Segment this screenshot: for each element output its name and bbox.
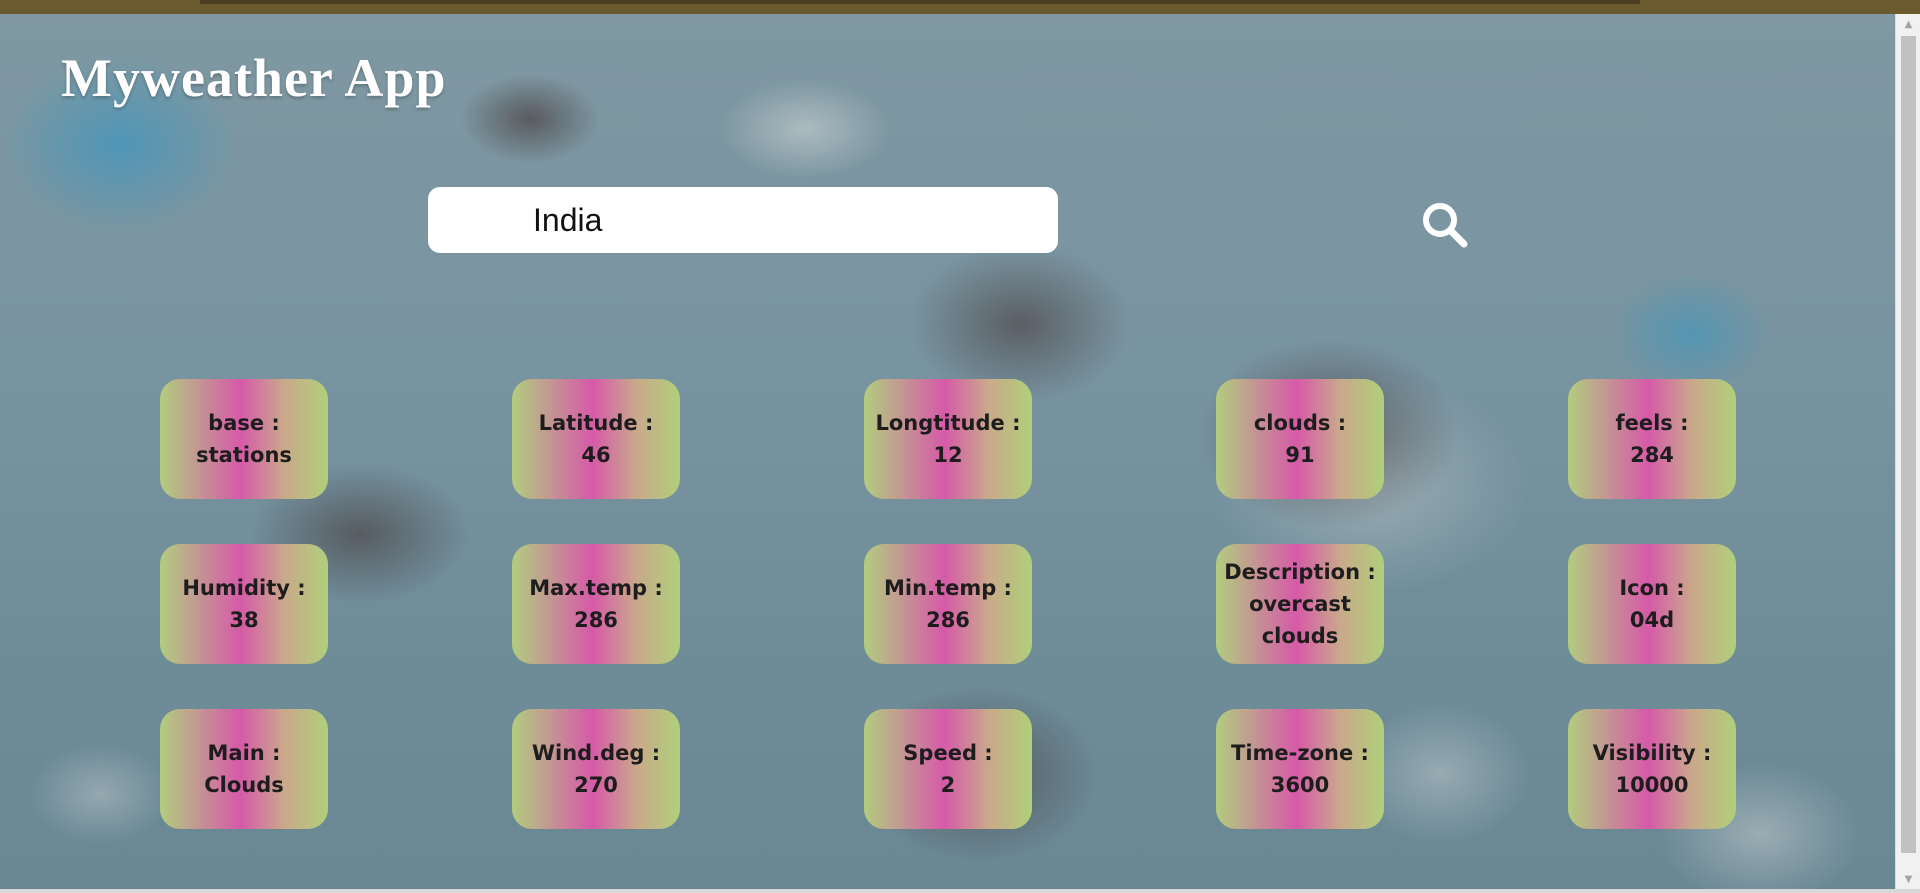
vertical-scrollbar[interactable]: ▲ ▼	[1895, 14, 1920, 889]
weather-page: Myweather App base : stations Latitude :…	[0, 14, 1895, 889]
card-text: Humidity : 38	[182, 572, 305, 636]
weather-card-description: Description : overcast clouds	[1216, 544, 1384, 664]
card-value: 91	[1285, 443, 1315, 467]
card-text: feels : 284	[1615, 407, 1688, 471]
scrollbar-thumb[interactable]	[1901, 36, 1916, 853]
card-label: Longtitude :	[875, 411, 1021, 435]
card-label: clouds :	[1253, 411, 1347, 435]
card-text: Description : overcast clouds	[1224, 556, 1376, 652]
browser-top-bar-accent	[200, 0, 1640, 4]
card-text: Min.temp : 286	[884, 572, 1012, 636]
search-icon	[1423, 203, 1468, 248]
weather-card-icon: Icon : 04d	[1568, 544, 1736, 664]
card-value: stations	[196, 443, 292, 467]
card-text: Icon : 04d	[1619, 572, 1684, 636]
card-value: 286	[574, 608, 618, 632]
card-text: Max.temp : 286	[529, 572, 663, 636]
card-label: Time-zone :	[1231, 741, 1369, 765]
card-label: Max.temp :	[529, 576, 663, 600]
card-value: 2	[940, 773, 956, 797]
card-label: feels :	[1615, 411, 1689, 435]
card-value: 286	[926, 608, 970, 632]
scroll-down-icon[interactable]: ▼	[1896, 869, 1920, 889]
card-text: base : stations	[196, 407, 292, 471]
card-label: base :	[208, 411, 280, 435]
card-value: overcast clouds	[1249, 592, 1351, 648]
weather-card-feels: feels : 284	[1568, 379, 1736, 499]
weather-card-clouds: clouds : 91	[1216, 379, 1384, 499]
weather-card-base: base : stations	[160, 379, 328, 499]
scroll-up-icon[interactable]: ▲	[1896, 14, 1920, 34]
card-value: 270	[574, 773, 618, 797]
card-value: 3600	[1270, 773, 1330, 797]
search-input[interactable]	[428, 187, 1058, 253]
card-label: Description :	[1224, 560, 1376, 584]
card-label: Speed :	[903, 741, 993, 765]
card-label: Latitude :	[538, 411, 654, 435]
card-text: Wind.deg : 270	[532, 737, 660, 801]
weather-card-min-temp: Min.temp : 286	[864, 544, 1032, 664]
weather-card-wind-deg: Wind.deg : 270	[512, 709, 680, 829]
weather-card-latitude: Latitude : 46	[512, 379, 680, 499]
weather-card-visibility: Visibility : 10000	[1568, 709, 1736, 829]
card-value: 12	[933, 443, 963, 467]
card-label: Visibility :	[1592, 741, 1712, 765]
weather-card-humidity: Humidity : 38	[160, 544, 328, 664]
card-value: 10000	[1615, 773, 1689, 797]
card-value: Clouds	[204, 773, 284, 797]
window-bottom-edge	[0, 889, 1920, 893]
card-label: Icon :	[1619, 576, 1685, 600]
card-text: clouds : 91	[1254, 407, 1346, 471]
weather-card-max-temp: Max.temp : 286	[512, 544, 680, 664]
card-text: Speed : 2	[903, 737, 992, 801]
weather-card-longitude: Longtitude : 12	[864, 379, 1032, 499]
card-value: 38	[229, 608, 259, 632]
app-title: Myweather App	[61, 48, 447, 108]
card-text: Time-zone : 3600	[1231, 737, 1369, 801]
card-label: Main :	[207, 741, 281, 765]
browser-top-bar	[0, 0, 1920, 15]
card-label: Min.temp :	[884, 576, 1012, 600]
card-value: 284	[1630, 443, 1674, 467]
search-button[interactable]	[1420, 200, 1470, 250]
card-text: Main : Clouds	[204, 737, 284, 801]
card-text: Visibility : 10000	[1593, 737, 1712, 801]
weather-card-time-zone: Time-zone : 3600	[1216, 709, 1384, 829]
weather-card-main: Main : Clouds	[160, 709, 328, 829]
card-text: Latitude : 46	[539, 407, 654, 471]
card-label: Humidity :	[182, 576, 306, 600]
card-value: 46	[581, 443, 611, 467]
card-label: Wind.deg :	[531, 741, 661, 765]
weather-card-speed: Speed : 2	[864, 709, 1032, 829]
card-value: 04d	[1629, 608, 1675, 632]
card-text: Longtitude : 12	[875, 407, 1020, 471]
